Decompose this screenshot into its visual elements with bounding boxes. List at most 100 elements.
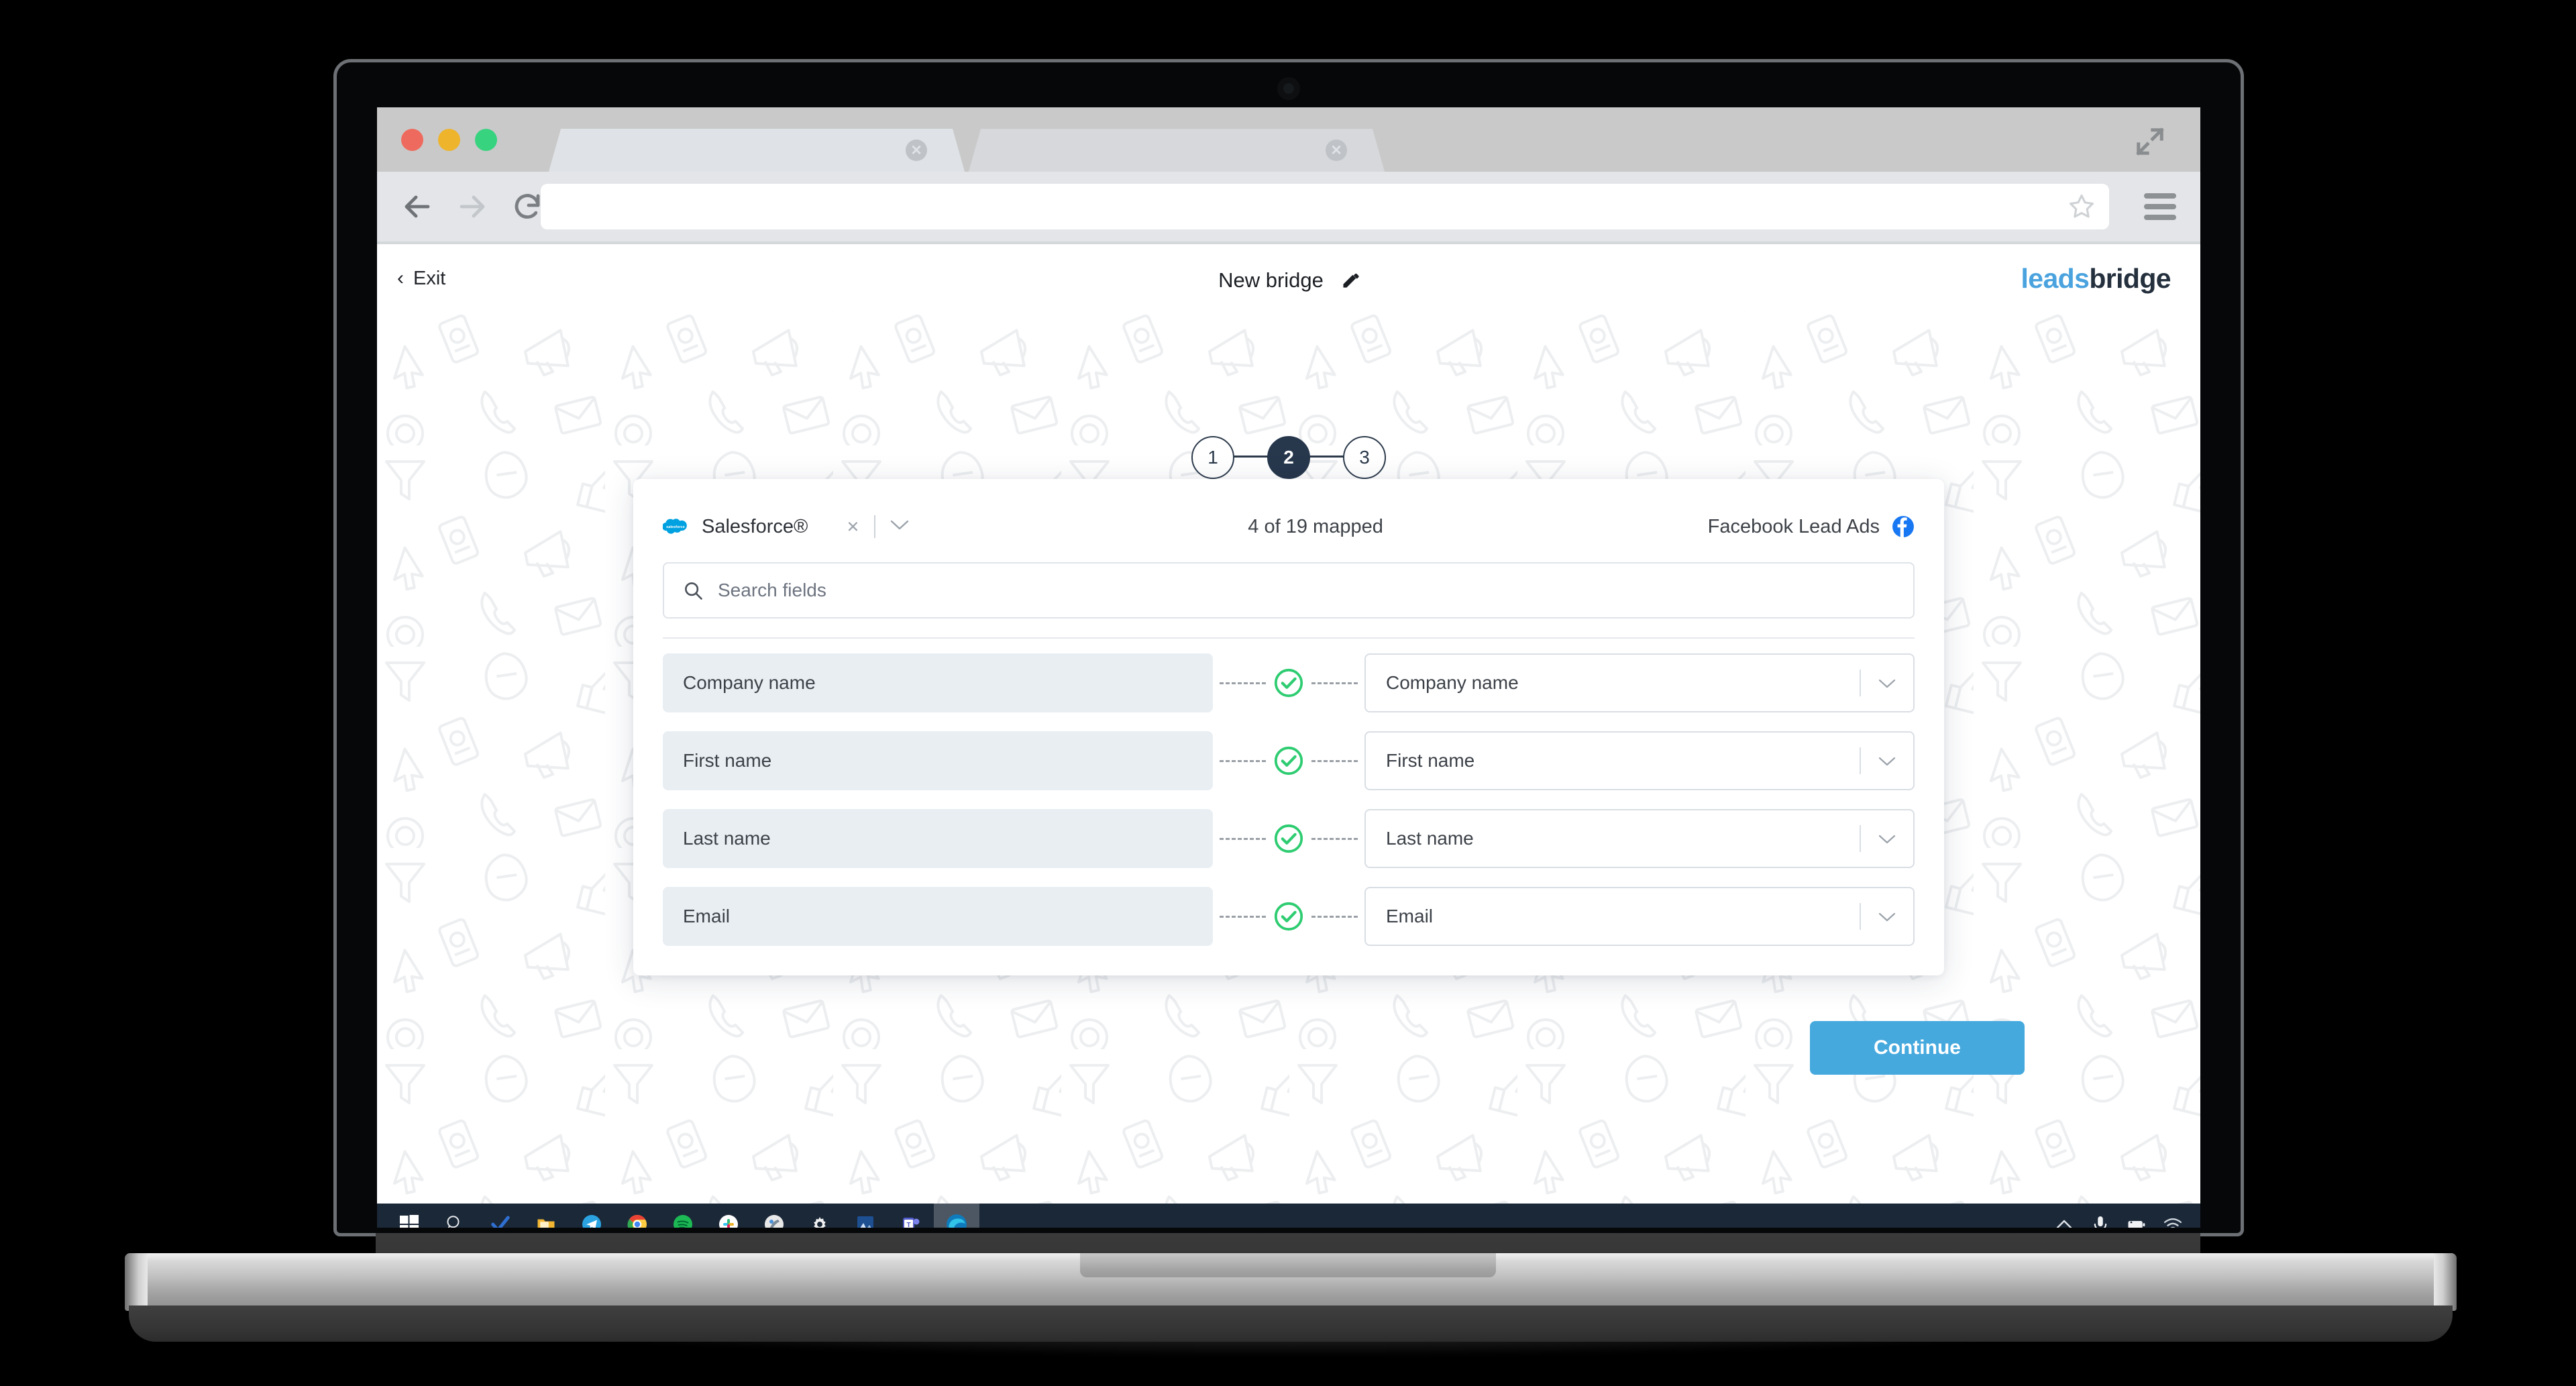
taskbar-app-file-explorer[interactable] xyxy=(523,1204,569,1228)
pencil-icon[interactable] xyxy=(1341,272,1359,290)
mapping-connector xyxy=(1213,822,1364,855)
source-app-actions: × xyxy=(832,515,923,539)
exit-button[interactable]: ‹ Exit xyxy=(397,267,445,290)
destination-field-select[interactable]: Last name xyxy=(1364,809,1915,868)
browser-titlebar: ✕ ✕ xyxy=(377,107,2200,172)
svg-text:T: T xyxy=(906,1222,910,1228)
taskbar-app-slack[interactable] xyxy=(706,1204,751,1228)
taskbar-app-paint[interactable] xyxy=(751,1204,797,1228)
star-icon[interactable] xyxy=(2068,193,2096,221)
destination-field-select[interactable]: First name xyxy=(1364,731,1915,790)
mapped-count: 4 of 19 mapped xyxy=(1248,515,1383,537)
chevron-down-icon[interactable] xyxy=(875,519,924,535)
telegram-icon xyxy=(582,1215,601,1228)
taskbar-app-settings[interactable] xyxy=(797,1204,843,1228)
browser-tab-1[interactable]: ✕ xyxy=(549,129,965,172)
stepper-step-2-number: 2 xyxy=(1283,447,1294,468)
mapping-rows: Company name Company name First name Fir… xyxy=(663,653,1915,946)
paint-icon xyxy=(765,1215,784,1228)
dashed-line-left xyxy=(1220,759,1266,762)
source-field[interactable]: Email xyxy=(663,887,1213,946)
browser-tab-strip[interactable]: ✕ ✕ xyxy=(549,129,1389,172)
destination-field-value: Email xyxy=(1386,906,1434,926)
taskbar-app-teams[interactable]: T xyxy=(888,1204,934,1228)
photos-icon xyxy=(857,1216,873,1228)
maximize-icon[interactable] xyxy=(2135,126,2165,157)
check-circle-icon xyxy=(1274,902,1303,931)
minimize-window-button[interactable] xyxy=(438,129,460,151)
dashed-line-right xyxy=(1311,682,1358,684)
destination-app-name: Facebook Lead Ads xyxy=(1707,515,1880,537)
footer-actions: Continue xyxy=(1810,1021,2025,1075)
dashed-line-right xyxy=(1311,837,1358,840)
start-button[interactable] xyxy=(386,1204,432,1228)
source-field[interactable]: Company name xyxy=(663,653,1213,712)
spotify-icon xyxy=(674,1215,692,1228)
close-icon[interactable]: ✕ xyxy=(1326,140,1347,161)
battery-icon[interactable] xyxy=(2127,1214,2147,1228)
system-tray xyxy=(2054,1214,2200,1228)
taskbar-app-todo[interactable] xyxy=(478,1204,523,1228)
continue-button[interactable]: Continue xyxy=(1810,1021,2025,1075)
facebook-icon xyxy=(1892,516,1914,538)
search-button[interactable] xyxy=(432,1204,478,1228)
source-field[interactable]: Last name xyxy=(663,809,1213,868)
magnifier-icon xyxy=(447,1216,460,1228)
destination-field-value: Last name xyxy=(1386,828,1474,849)
browser-tab-2[interactable]: ✕ xyxy=(969,129,1385,172)
table-row: First name First name xyxy=(663,731,1915,790)
source-app-name: Salesforce® xyxy=(702,515,808,537)
clear-source-icon[interactable]: × xyxy=(832,515,873,539)
window-controls[interactable] xyxy=(401,129,497,151)
chevron-down-icon[interactable] xyxy=(1861,906,1913,927)
laptop-base-notch xyxy=(1080,1253,1496,1277)
chevron-down-icon[interactable] xyxy=(1861,828,1913,849)
taskbar-app-spotify[interactable] xyxy=(660,1204,706,1228)
taskbar-app-telegram[interactable] xyxy=(569,1204,614,1228)
chevron-down-icon[interactable] xyxy=(1861,672,1913,694)
hamburger-menu-icon[interactable] xyxy=(2144,188,2176,225)
zoom-window-button[interactable] xyxy=(475,129,497,151)
address-bar[interactable] xyxy=(541,184,2109,229)
bridge-title-group: New bridge xyxy=(1218,268,1359,292)
logo-text-bridge: bridge xyxy=(2089,263,2171,294)
chevron-up-icon[interactable] xyxy=(2054,1214,2074,1228)
back-arrow-icon[interactable] xyxy=(401,191,433,223)
browser-toolbar xyxy=(377,172,2200,242)
taskbar-app-photos[interactable] xyxy=(843,1204,888,1228)
laptop-screen: ✕ ✕ ‹ Exit New bridge leadsbridge 1 2 3 … xyxy=(377,107,2200,1228)
mapping-connector xyxy=(1213,667,1364,699)
laptop-base-lip xyxy=(129,1305,2453,1342)
destination-field-select[interactable]: Email xyxy=(1364,887,1915,946)
stepper-step-2[interactable]: 2 Fields mapping xyxy=(1222,436,1355,633)
search-fields-input[interactable]: Search fields xyxy=(663,562,1915,619)
field-mapping-card: salesforce Salesforce® × 4 of 19 mapped … xyxy=(633,479,1944,975)
stepper-step-1[interactable]: 1 xyxy=(1191,436,1234,479)
svg-text:salesforce: salesforce xyxy=(666,525,685,529)
reload-icon[interactable] xyxy=(511,191,543,223)
folder-icon xyxy=(537,1219,555,1228)
stepper-step-3[interactable]: 3 xyxy=(1343,436,1386,479)
source-field[interactable]: First name xyxy=(663,731,1213,790)
forward-arrow-icon[interactable] xyxy=(456,191,488,223)
dashed-line-right xyxy=(1311,759,1358,762)
windows-taskbar: T xyxy=(377,1204,2200,1228)
dashed-line-left xyxy=(1220,915,1266,918)
page-title: New bridge xyxy=(1218,268,1324,292)
destination-field-value: Company name xyxy=(1386,672,1519,693)
close-window-button[interactable] xyxy=(401,129,423,151)
teams-icon: T xyxy=(903,1218,920,1228)
dashed-line-right xyxy=(1311,915,1358,918)
wifi-icon[interactable] xyxy=(2163,1214,2183,1228)
microphone-icon[interactable] xyxy=(2090,1214,2110,1228)
taskbar-app-chrome[interactable] xyxy=(614,1204,660,1228)
slack-icon xyxy=(719,1215,738,1228)
mapping-connector xyxy=(1213,900,1364,932)
wizard-stepper: 1 2 Fields mapping 3 xyxy=(377,311,2200,633)
chevron-down-icon[interactable] xyxy=(1861,750,1913,771)
logo-text-leads: leads xyxy=(2021,263,2090,294)
taskbar-app-edge[interactable] xyxy=(934,1204,979,1228)
destination-field-select[interactable]: Company name xyxy=(1364,653,1915,712)
chrome-icon xyxy=(627,1214,647,1228)
close-icon[interactable]: ✕ xyxy=(906,140,927,161)
